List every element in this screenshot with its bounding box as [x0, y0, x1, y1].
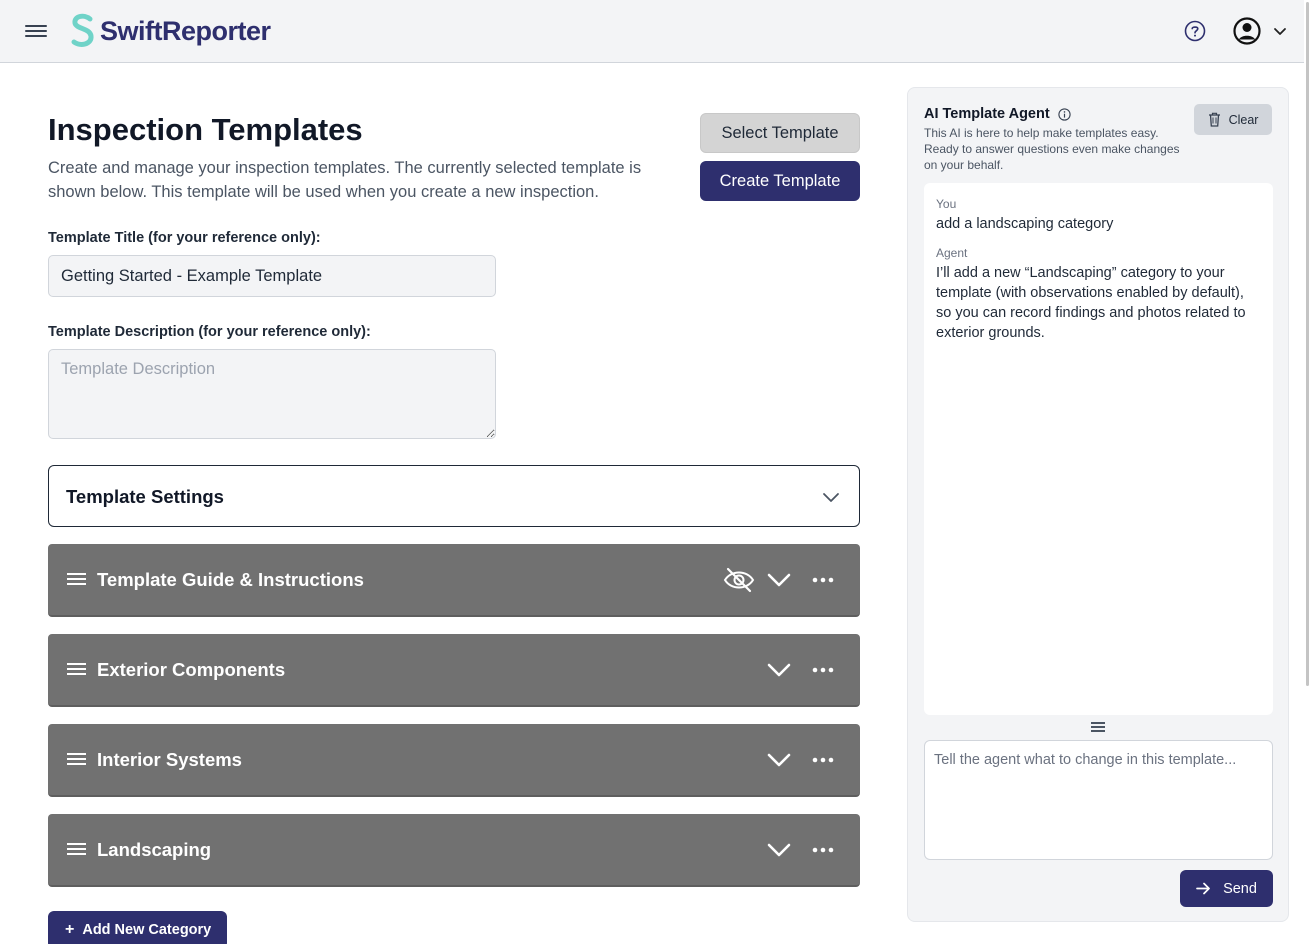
- message-text: I’ll add a new “Landscaping” category to…: [936, 265, 1246, 341]
- send-button[interactable]: Send: [1180, 870, 1273, 907]
- drag-handle-icon[interactable]: [67, 663, 86, 677]
- trash-icon: [1208, 112, 1220, 127]
- template-description-input[interactable]: [48, 349, 496, 439]
- chevron-down-icon[interactable]: [766, 748, 792, 772]
- message-role: Agent: [936, 246, 968, 260]
- category-exterior-components[interactable]: Exterior Components: [48, 634, 860, 707]
- brand-name: SwiftReporter: [100, 15, 271, 46]
- page-description: Create and manage your inspection templa…: [48, 159, 642, 201]
- ai-panel-subtitle: This AI is here to help make templates e…: [924, 126, 1180, 172]
- category-landscaping[interactable]: Landscaping: [48, 814, 860, 887]
- template-title-input[interactable]: [48, 255, 496, 297]
- message-text: add a landscaping category: [936, 216, 1114, 232]
- chevron-down-icon[interactable]: [766, 568, 792, 592]
- message-role: You: [936, 197, 957, 211]
- ai-panel-title: AI Template Agent: [924, 106, 1071, 122]
- logo[interactable]: SwiftReporter: [70, 12, 271, 50]
- page-title: Inspection Templates: [48, 112, 363, 147]
- chevron-down-icon[interactable]: [766, 658, 792, 682]
- ai-panel-title-text: AI Template Agent: [924, 106, 1050, 122]
- more-options-icon[interactable]: [810, 838, 836, 862]
- logo-mark-icon: [71, 13, 94, 47]
- clear-label: Clear: [1228, 112, 1259, 127]
- menu-icon[interactable]: [25, 22, 47, 40]
- user-menu[interactable]: [1232, 16, 1289, 46]
- template-description-label: Template Description (for your reference…: [48, 324, 371, 340]
- clear-chat-button[interactable]: Clear: [1194, 104, 1272, 135]
- template-settings-title: Template Settings: [66, 486, 224, 507]
- category-title: Exterior Components: [97, 659, 286, 680]
- chevron-down-icon[interactable]: [766, 838, 792, 862]
- chevron-down-icon[interactable]: [821, 487, 841, 507]
- select-template-button[interactable]: Select Template: [700, 113, 860, 153]
- user-account-icon: [1233, 17, 1261, 45]
- eye-off-icon[interactable]: [723, 566, 755, 594]
- more-options-icon[interactable]: [810, 748, 836, 772]
- chevron-down-icon: [1274, 28, 1286, 35]
- create-template-button[interactable]: Create Template: [700, 161, 860, 201]
- category-interior-systems[interactable]: Interior Systems: [48, 724, 860, 797]
- info-icon[interactable]: [1058, 107, 1071, 121]
- template-settings-panel[interactable]: Template Settings: [48, 465, 860, 527]
- ai-agent-panel: AI Template Agent This AI is here to hel…: [907, 87, 1289, 922]
- more-options-icon[interactable]: [810, 568, 836, 592]
- agent-prompt-input[interactable]: [924, 740, 1273, 860]
- plus-icon: +: [65, 921, 75, 938]
- category-template-guide[interactable]: Template Guide & Instructions: [48, 544, 860, 617]
- send-label: Send: [1223, 880, 1257, 897]
- add-category-label: Add New Category: [82, 922, 212, 938]
- help-icon[interactable]: [1184, 20, 1206, 42]
- category-title: Landscaping: [97, 839, 212, 860]
- arrow-right-icon: [1196, 882, 1210, 895]
- drag-handle-icon[interactable]: [67, 753, 86, 767]
- template-title-label: Template Title (for your reference only)…: [48, 230, 321, 246]
- top-bar: SwiftReporter: [0, 0, 1310, 63]
- more-options-icon[interactable]: [810, 658, 836, 682]
- category-title: Interior Systems: [97, 749, 242, 770]
- page-scrollbar-thumb[interactable]: [1306, 2, 1309, 686]
- drag-handle-icon[interactable]: [67, 573, 86, 587]
- resize-handle-icon[interactable]: [1091, 722, 1105, 732]
- add-category-button[interactable]: + Add New Category: [48, 911, 227, 944]
- category-title: Template Guide & Instructions: [97, 569, 364, 590]
- chat-messages: You add a landscaping category Agent I’l…: [924, 183, 1273, 715]
- drag-handle-icon[interactable]: [67, 843, 86, 857]
